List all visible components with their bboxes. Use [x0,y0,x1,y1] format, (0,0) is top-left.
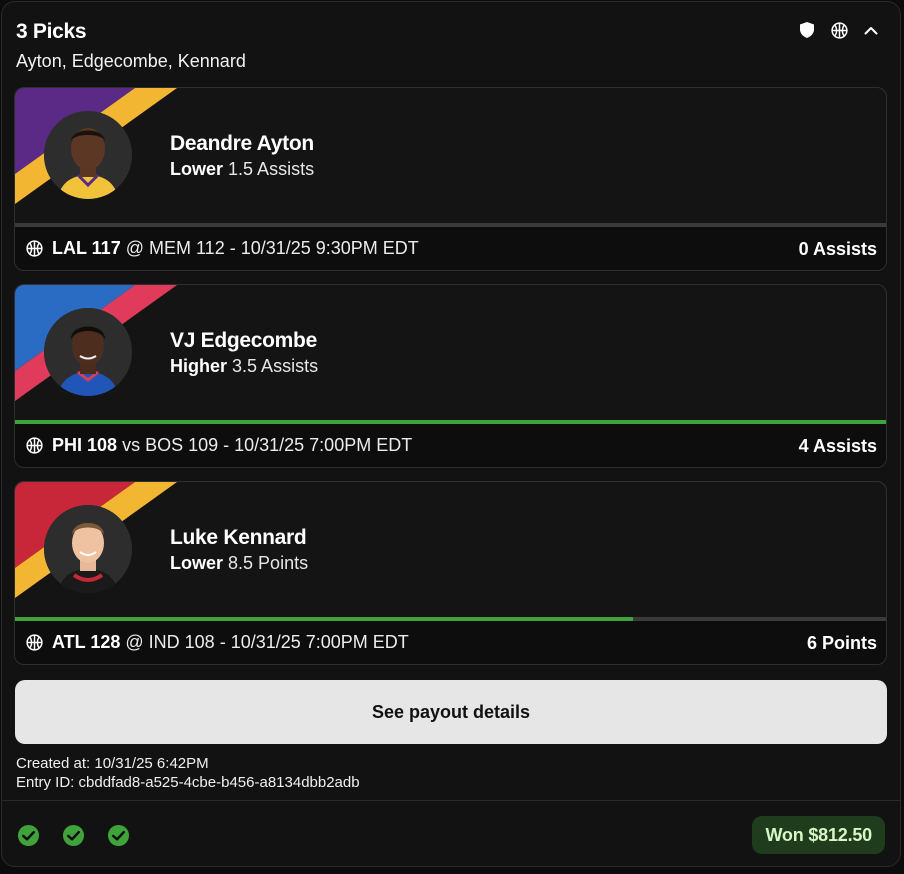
pick-stat-line: 8.5 Points [228,553,309,573]
basketball-icon [26,437,43,454]
pick-result: 0 Assists [798,239,877,259]
matchup: vs BOS 109 - 10/31/25 7:00PM EDT [122,435,413,455]
player-avatar [44,111,132,199]
entry-meta: Created at: 10/31/25 6:42PM Entry ID: cb… [16,754,360,792]
entry-subtitle: Ayton, Edgecombe, Kennard [16,51,246,71]
game-row: PHI 108 vs BOS 109 - 10/31/25 7:00PM EDT… [15,424,886,467]
pick-result: 4 Assists [798,436,877,456]
pick-stat-line: 1.5 Assists [228,159,315,179]
entry-title: 3 Picks [16,20,87,43]
pick-line: Lower 8.5 Points [170,553,308,574]
player-avatar [44,505,132,593]
pick-card[interactable]: VJ Edgecombe Higher 3.5 Assists PHI 108 … [14,284,887,468]
pick-direction: Higher [170,356,228,376]
pick-line: Higher 3.5 Assists [170,356,318,377]
game-row: LAL 117 @ MEM 112 - 10/31/25 9:30PM EDT … [15,227,886,270]
basketball-icon [26,240,43,257]
created-at: Created at: 10/31/25 6:42PM [16,755,209,772]
check-circle-icon [17,824,40,847]
pick-card[interactable]: Deandre Ayton Lower 1.5 Assists LAL 117 … [14,87,887,271]
matchup: @ IND 108 - 10/31/25 7:00PM EDT [125,632,409,652]
pick-result: 6 Points [806,633,877,653]
game-info: PHI 108 vs BOS 109 - 10/31/25 7:00PM EDT [26,435,412,456]
team-score: LAL 117 [52,238,121,258]
shield-icon[interactable] [798,21,816,39]
game-info: LAL 117 @ MEM 112 - 10/31/25 9:30PM EDT [26,238,419,259]
game-row: ATL 128 @ IND 108 - 10/31/25 7:00PM EDT … [15,621,886,664]
entry-id: Entry ID: cbddfad8-a525-4cbe-b456-a8134d… [16,774,360,791]
pick-status-checks [17,824,130,847]
player-avatar [44,308,132,396]
pick-card[interactable]: Luke Kennard Lower 8.5 Points ATL 128 @ … [14,481,887,665]
pick-direction: Lower [170,553,224,573]
chevron-up-icon[interactable] [862,21,880,39]
check-circle-icon [107,824,130,847]
entry-card: 3 Picks Ayton, Edgecombe, Kennard Deandr… [1,1,901,867]
game-info: ATL 128 @ IND 108 - 10/31/25 7:00PM EDT [26,632,409,653]
header-actions [798,21,880,39]
pick-stat-line: 3.5 Assists [232,356,319,376]
divider [2,800,900,801]
team-score: ATL 128 [52,632,121,652]
pick-direction: Lower [170,159,224,179]
check-circle-icon [62,824,85,847]
basketball-icon[interactable] [830,21,848,39]
player-name: VJ Edgecombe [170,329,317,352]
pick-line: Lower 1.5 Assists [170,159,314,180]
basketball-icon [26,634,43,651]
player-name: Luke Kennard [170,526,307,549]
team-score: PHI 108 [52,435,118,455]
won-badge: Won $812.50 [752,816,885,854]
player-name: Deandre Ayton [170,132,314,155]
matchup: @ MEM 112 - 10/31/25 9:30PM EDT [125,238,419,258]
see-payout-details-button[interactable]: See payout details [15,680,887,744]
